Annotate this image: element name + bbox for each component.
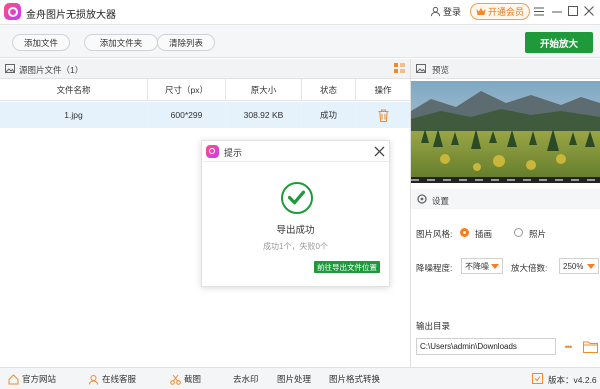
view-toggle-icon[interactable] bbox=[394, 63, 405, 74]
scale-select[interactable]: 250% bbox=[559, 258, 599, 274]
title-bar: 金舟图片无损放大器 登录 开通会员 bbox=[0, 0, 600, 24]
user-icon bbox=[430, 6, 441, 17]
preview-image bbox=[411, 81, 600, 183]
settings-header: 设置 bbox=[411, 189, 600, 209]
dialog-message: 导出成功 bbox=[276, 225, 315, 236]
style-label: 图片风格: bbox=[416, 229, 453, 239]
denoise-select[interactable]: 不降噪 bbox=[461, 258, 503, 274]
preview-image-icon bbox=[416, 64, 426, 73]
app-logo-icon bbox=[4, 3, 21, 20]
maximize-icon[interactable] bbox=[566, 4, 580, 18]
style-illustration-radio[interactable] bbox=[460, 228, 469, 237]
dialog-title: 提示 bbox=[224, 148, 243, 158]
toolbar: 添加文件 添加文件夹 清除列表 开始放大 bbox=[0, 24, 600, 58]
export-success-dialog: 提示 导出成功 成功1个，失败0个 前往导出文件位置 bbox=[201, 140, 390, 287]
chevron-down-icon bbox=[491, 264, 499, 269]
format-convert-link[interactable]: 图片格式转换 bbox=[329, 373, 380, 385]
image-icon bbox=[5, 64, 15, 73]
source-files-header: 源图片文件（1） bbox=[0, 59, 410, 79]
goto-export-location-button[interactable]: 前往导出文件位置 bbox=[314, 261, 380, 273]
denoise-label: 降噪程度: bbox=[416, 263, 453, 273]
browse-dots-button[interactable]: ••• bbox=[558, 338, 578, 355]
start-enlarge-button[interactable]: 开始放大 bbox=[525, 32, 593, 53]
support-icon bbox=[89, 374, 98, 385]
login-label: 登录 bbox=[443, 7, 462, 17]
output-path-field[interactable]: C:\Users\admin\Downloads bbox=[416, 338, 556, 355]
open-folder-icon[interactable] bbox=[583, 340, 598, 353]
close-icon[interactable] bbox=[582, 4, 596, 18]
col-size-px: 尺寸（px） bbox=[148, 79, 226, 101]
dialog-logo-icon bbox=[206, 145, 219, 158]
crown-icon bbox=[476, 7, 486, 15]
file-orig-size-cell: 308.92 KB bbox=[226, 102, 302, 128]
style-illustration-label: 插画 bbox=[475, 229, 493, 239]
style-photo-radio[interactable] bbox=[514, 228, 523, 237]
success-check-icon bbox=[281, 182, 313, 214]
online-support-link[interactable]: 在线客服 bbox=[88, 373, 136, 385]
format-convert-label: 图片格式转换 bbox=[329, 374, 381, 384]
scissors-icon bbox=[170, 374, 181, 385]
official-site-link[interactable]: 官方网站 bbox=[8, 373, 56, 385]
preview-header: 预览 bbox=[411, 59, 600, 79]
online-support-label: 在线客服 bbox=[102, 374, 137, 384]
dialog-close-icon[interactable] bbox=[374, 143, 385, 160]
style-photo-label: 照片 bbox=[529, 229, 547, 239]
col-action: 操作 bbox=[374, 85, 392, 95]
file-dimensions-cell: 600*299 bbox=[148, 102, 226, 128]
remove-watermark-label: 去水印 bbox=[233, 374, 259, 384]
scale-value: 250% bbox=[563, 261, 584, 271]
login-button[interactable]: 登录 bbox=[430, 5, 461, 18]
action-cell bbox=[356, 102, 410, 128]
col-orig-size: 原大小 bbox=[226, 79, 302, 101]
dialog-divider bbox=[202, 161, 389, 162]
table-header: 文件名称 尺寸（px） 原大小 状态 操作 bbox=[0, 79, 410, 101]
minimize-icon[interactable] bbox=[550, 4, 564, 18]
vip-label: 开通会员 bbox=[487, 7, 524, 17]
delete-icon[interactable] bbox=[378, 109, 389, 122]
screenshot-link[interactable]: 截图 bbox=[170, 373, 201, 385]
col-status: 状态 bbox=[302, 79, 356, 101]
file-status-cell: 成功 bbox=[302, 102, 356, 128]
denoise-value: 不降噪 bbox=[465, 261, 489, 271]
col-name: 文件名称 bbox=[0, 79, 148, 101]
preview-title: 预览 bbox=[432, 65, 450, 75]
settings-gear-icon bbox=[417, 194, 427, 204]
app-title: 金舟图片无损放大器 bbox=[26, 10, 116, 21]
home-icon bbox=[8, 373, 19, 384]
image-processing-label: 图片处理 bbox=[277, 374, 312, 384]
menu-icon[interactable] bbox=[532, 4, 546, 18]
source-files-title: 源图片文件（1） bbox=[19, 65, 84, 75]
screenshot-label: 截图 bbox=[184, 374, 202, 384]
clear-list-button[interactable]: 清除列表 bbox=[157, 34, 215, 51]
version-label: 版本：v4.2.6 bbox=[548, 375, 597, 385]
remove-watermark-link[interactable]: 去水印 bbox=[233, 373, 259, 385]
table-row[interactable]: 1.jpg 600*299 308.92 KB 成功 bbox=[0, 102, 410, 128]
file-name-cell: 1.jpg bbox=[0, 102, 148, 128]
add-file-button[interactable]: 添加文件 bbox=[12, 34, 70, 51]
dialog-summary: 成功1个，失败0个 bbox=[263, 242, 328, 251]
vip-button[interactable]: 开通会员 bbox=[470, 3, 530, 20]
output-dir-label: 输出目录 bbox=[416, 321, 451, 331]
scale-label: 放大倍数: bbox=[511, 263, 548, 273]
settings-title: 设置 bbox=[432, 196, 450, 206]
image-processing-link[interactable]: 图片处理 bbox=[277, 373, 311, 385]
chevron-down-icon bbox=[587, 264, 595, 269]
version-info-icon bbox=[532, 373, 543, 384]
add-folder-button[interactable]: 添加文件夹 bbox=[84, 34, 158, 51]
status-bar: 官方网站 在线客服 截图 去水印 图片处理 图片格式转换 版本：v4.2.6 bbox=[0, 367, 600, 389]
official-site-label: 官方网站 bbox=[22, 374, 57, 384]
